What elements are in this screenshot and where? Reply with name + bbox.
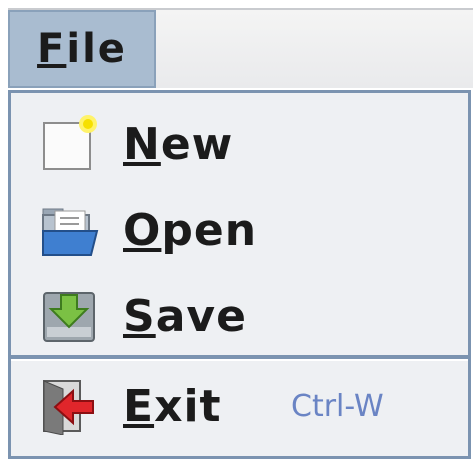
new-document-icon	[43, 115, 97, 170]
file-dropdown-menu: New Open Save Exit Ctrl-W	[8, 90, 471, 459]
file-menu[interactable]: File	[8, 10, 156, 88]
menu-bar: File	[8, 8, 473, 88]
file-menu-label: File	[37, 26, 127, 72]
menu-item-new[interactable]: New	[11, 101, 468, 189]
menu-separator	[11, 355, 468, 361]
menu-item-label: New	[123, 119, 234, 170]
menu-item-exit[interactable]: Exit Ctrl-W	[11, 363, 468, 451]
menu-item-label: Exit	[123, 381, 222, 432]
menu-item-label: Open	[123, 205, 258, 256]
exit-shortcut: Ctrl-W	[291, 389, 384, 424]
exit-icon	[43, 380, 94, 435]
menu-item-open[interactable]: Open	[11, 187, 468, 275]
open-folder-icon	[42, 208, 99, 256]
save-icon	[43, 292, 95, 342]
menu-item-save[interactable]: Save	[11, 273, 468, 361]
menu-item-label: Save	[123, 291, 247, 342]
